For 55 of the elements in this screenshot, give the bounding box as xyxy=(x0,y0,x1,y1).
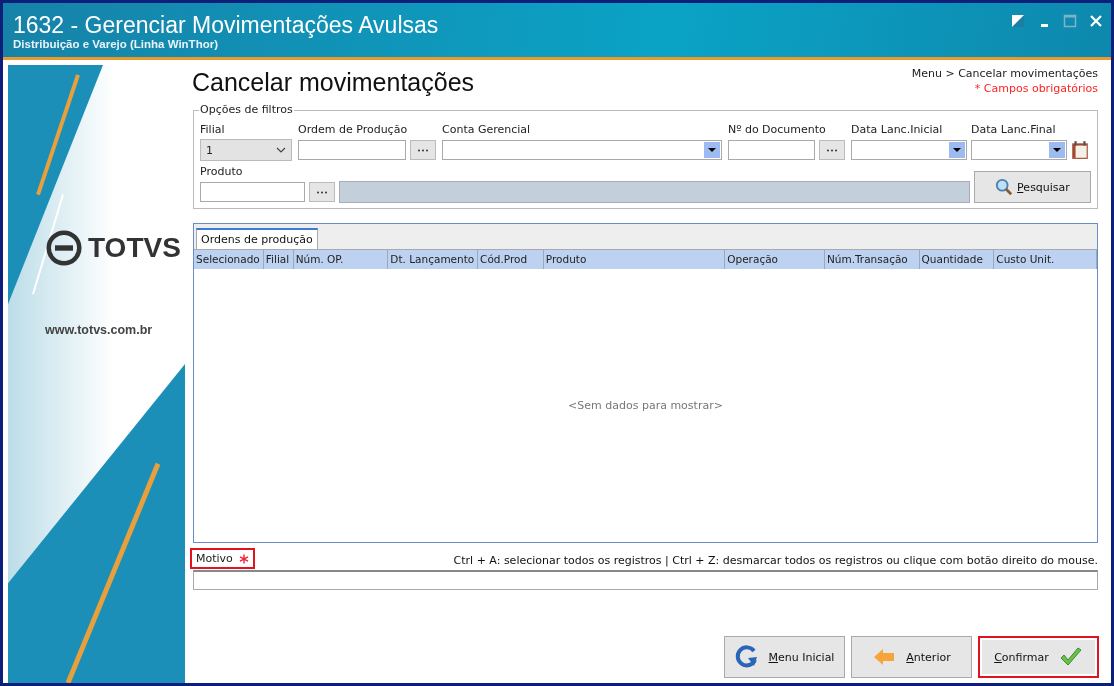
confirm-button[interactable]: Confirmar xyxy=(978,636,1099,678)
column-header[interactable]: Dt. Lançamento xyxy=(388,250,479,269)
lookup-button[interactable] xyxy=(410,140,436,160)
empty-message: <Sem dados para mostrar> xyxy=(568,399,723,412)
restore-icon[interactable] xyxy=(1011,14,1025,28)
input-field[interactable] xyxy=(298,140,406,160)
column-header[interactable]: Núm.Transação xyxy=(824,250,920,269)
breadcrumb: Menu > Cancelar movimentações xyxy=(911,67,1098,80)
field-label: Produto xyxy=(200,165,244,178)
column-header[interactable]: Operação xyxy=(725,250,825,269)
maximize-icon[interactable] xyxy=(1063,14,1077,28)
ellipsis-icon xyxy=(417,148,429,152)
refresh-arrow-icon xyxy=(734,645,759,669)
logo-text: TOTVS xyxy=(88,232,181,264)
required-note: * Campos obrigatórios xyxy=(974,82,1098,95)
close-icon[interactable] xyxy=(1089,14,1103,28)
lookup-button[interactable] xyxy=(309,182,335,202)
column-header[interactable]: Núm. OP. xyxy=(293,250,389,269)
column-header[interactable]: Custo Unit. xyxy=(994,250,1097,269)
reason-field[interactable] xyxy=(193,570,1098,590)
group-legend: Opções de filtros xyxy=(199,103,294,116)
home-button[interactable]: Menu Inicial xyxy=(724,636,845,678)
field-label: Filial xyxy=(200,123,226,136)
lookup-button[interactable] xyxy=(819,140,845,160)
calendar-icon[interactable] xyxy=(1071,140,1089,160)
column-header[interactable]: Filial xyxy=(263,250,294,269)
website-text: www.totvs.com.br xyxy=(45,323,153,337)
chevron-icon xyxy=(276,147,286,153)
shortcut-hint: Ctrl + A: selecionar todos os registros | Ctrl + Z: desmarcar todos os registros ou clique com botão direito do mouse. xyxy=(453,554,1098,569)
search-button[interactable]: Pesquisar xyxy=(974,171,1091,203)
select-field[interactable]: 1 xyxy=(200,139,292,161)
grid-tab[interactable]: Ordens de produção xyxy=(196,228,318,249)
field-label: Ordem de Produção xyxy=(298,123,409,136)
window-subtitle: Distribuição e Varejo (Linha WinThor) xyxy=(13,38,219,50)
ellipsis-icon xyxy=(826,148,838,152)
dropdown-field[interactable] xyxy=(442,140,722,160)
ellipsis-icon xyxy=(316,190,328,194)
magnifier-icon xyxy=(995,178,1014,196)
back-button[interactable]: Anterior xyxy=(851,636,972,678)
input-field[interactable] xyxy=(200,182,305,202)
field-label: Conta Gerencial xyxy=(442,123,532,136)
field-label: Data Lanc.Inicial xyxy=(851,123,944,136)
field-label: Nº do Documento xyxy=(728,123,827,136)
field-label: Data Lanc.Final xyxy=(971,123,1057,136)
column-header[interactable]: Selecionado xyxy=(194,250,264,269)
field-label: Motivo xyxy=(196,552,233,565)
column-header[interactable]: Produto xyxy=(543,250,726,269)
dropdown-field[interactable] xyxy=(971,140,1067,160)
window-title: 1632 - Gerenciar Movimentações Avulsas xyxy=(13,12,439,38)
logo-icon xyxy=(46,230,82,266)
column-header[interactable]: Cód.Prod xyxy=(478,250,544,269)
dropdown-field[interactable] xyxy=(851,140,967,160)
column-header[interactable]: Quantidade xyxy=(919,250,995,269)
input-field[interactable] xyxy=(728,140,815,160)
page-title: Cancelar movimentações xyxy=(192,67,475,98)
